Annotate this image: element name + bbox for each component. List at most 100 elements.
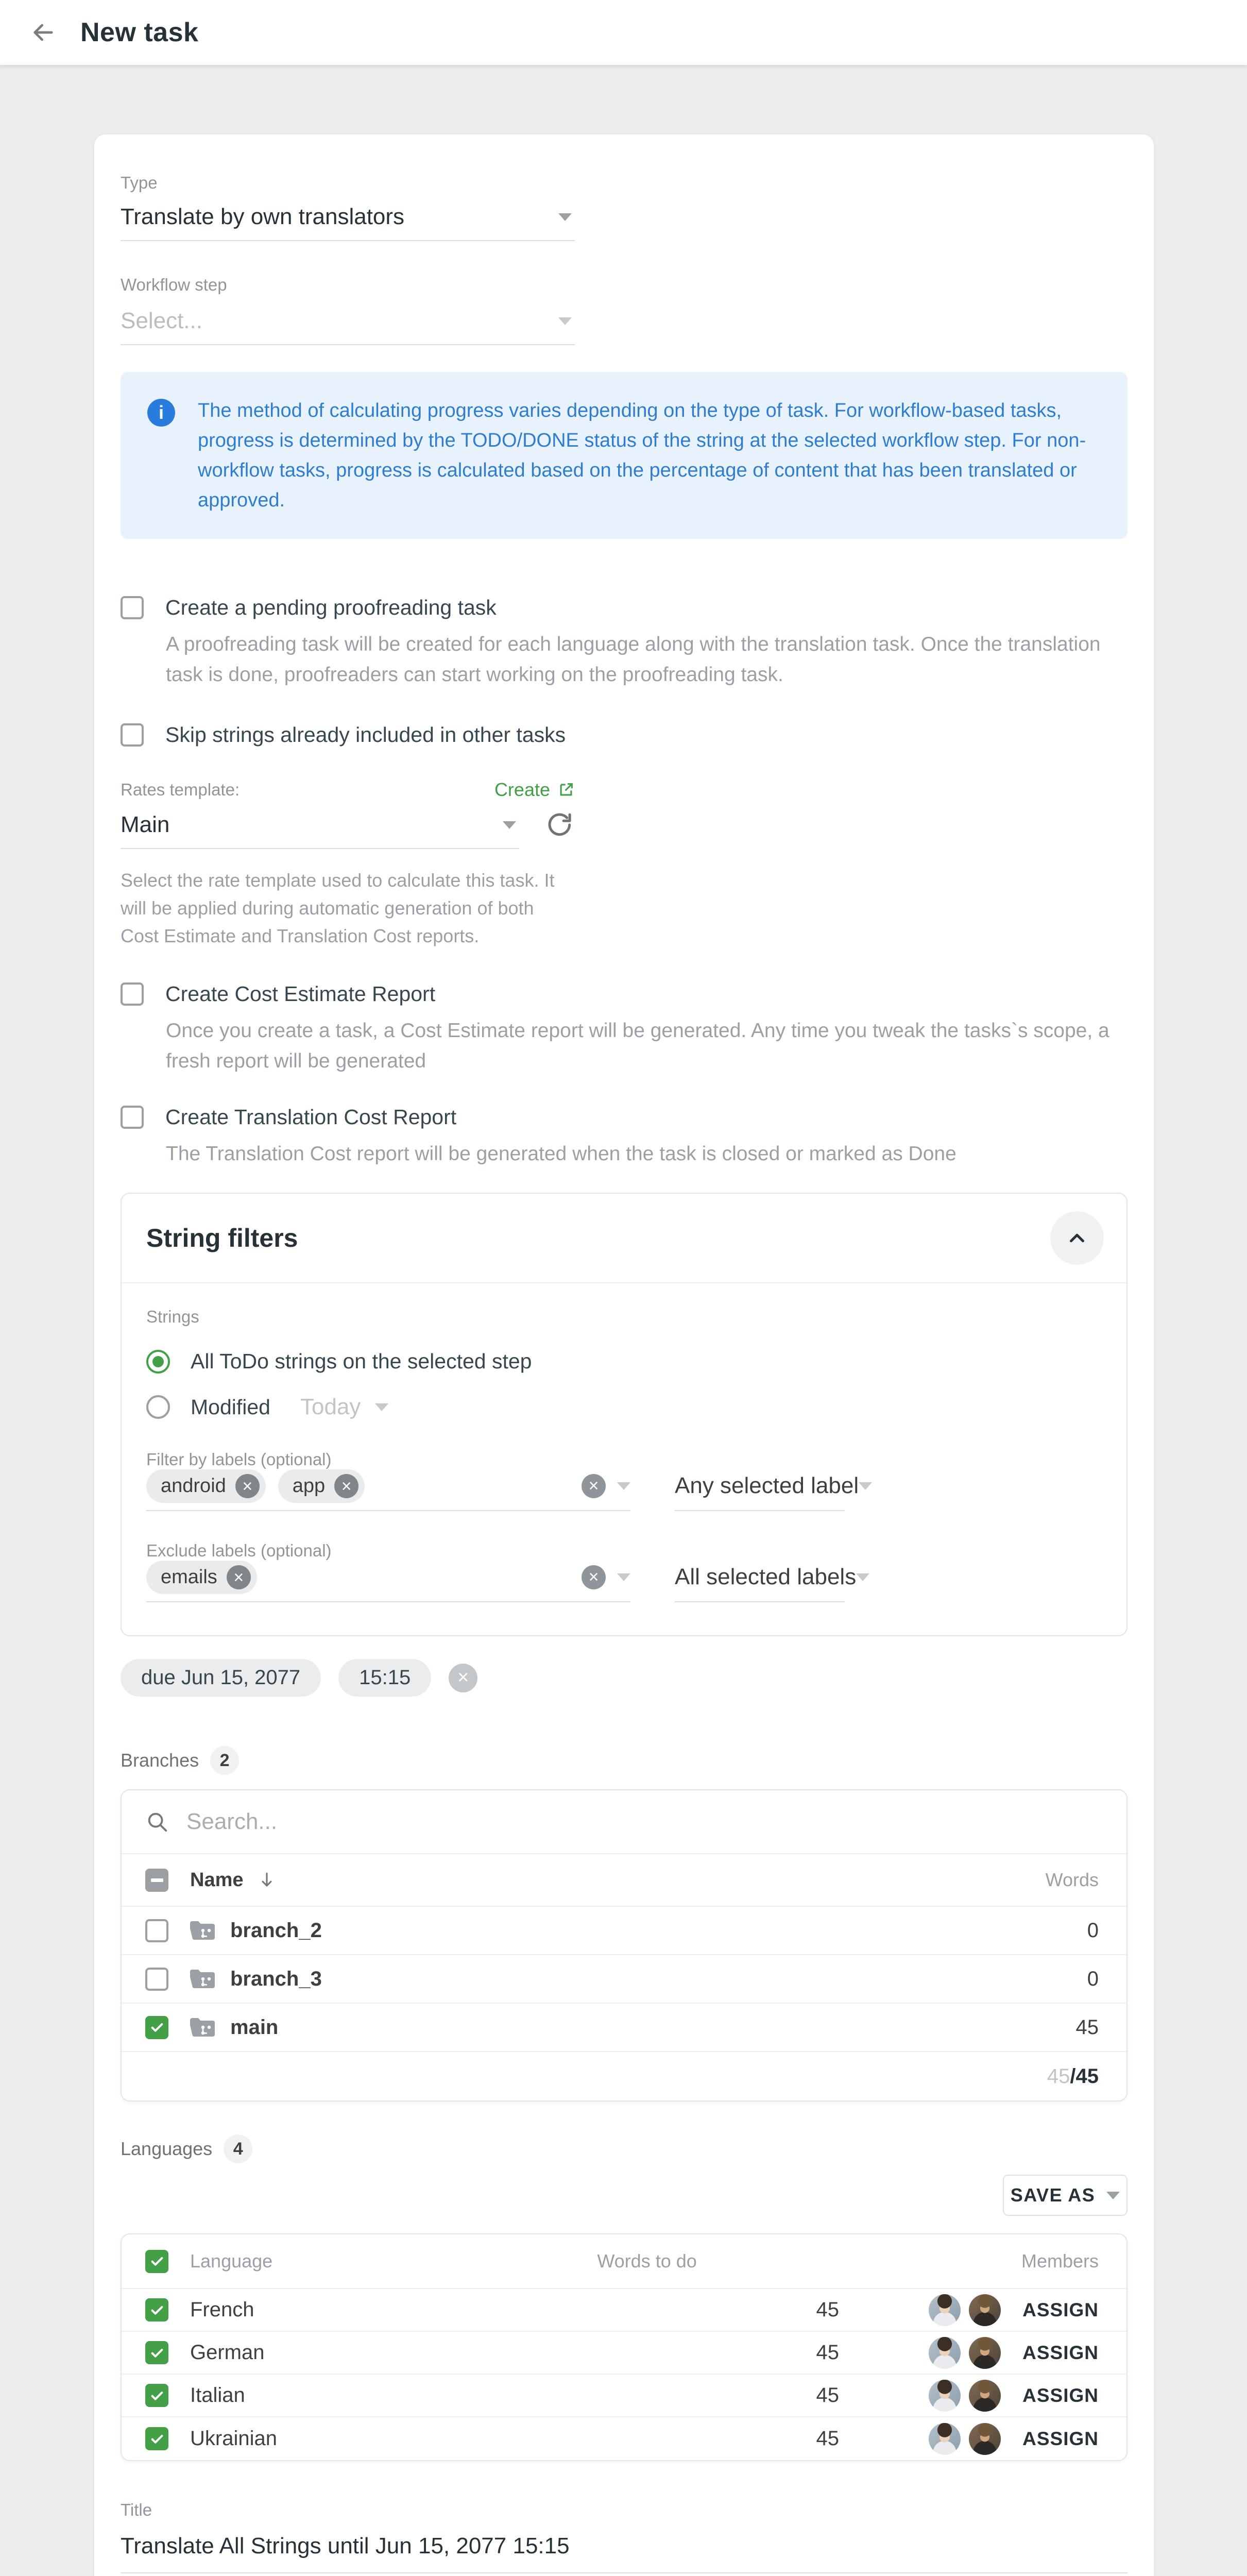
create-rates-link[interactable]: Create — [494, 779, 575, 801]
language-name: Ukrainian — [190, 2427, 479, 2450]
filter-labels-label: Filter by labels (optional) — [146, 1450, 1102, 1469]
proofreading-checkbox[interactable]: Create a pending proofreading task — [121, 596, 1128, 620]
checkbox-unchecked-icon — [121, 723, 144, 747]
branch-words: 0 — [1087, 1919, 1099, 1942]
checkbox-unchecked-icon — [121, 596, 144, 619]
exclude-labels-field[interactable]: emails × × — [146, 1561, 630, 1602]
type-value: Translate by own translators — [121, 204, 404, 230]
remove-chip-icon[interactable]: × — [235, 1474, 260, 1498]
column-words: Words — [1046, 1869, 1099, 1891]
rates-template-select[interactable]: Main — [121, 801, 519, 849]
branches-total-row: 45/45 — [122, 2052, 1126, 2100]
clear-all-icon[interactable]: × — [582, 1474, 606, 1498]
workflow-step-select[interactable]: Select... — [121, 297, 575, 345]
checkbox-checked-icon[interactable] — [145, 2341, 168, 2364]
language-row[interactable]: Ukrainian 45 ASSIGN — [122, 2417, 1126, 2460]
remove-due-icon[interactable]: × — [449, 1664, 477, 1692]
cost-estimate-group: Create Cost Estimate Report Once you cre… — [121, 982, 1128, 1076]
external-link-icon — [557, 781, 575, 799]
progress-info-banner: i The method of calculating progress var… — [121, 372, 1128, 539]
radio-all-label: All ToDo strings on the selected step — [191, 1349, 532, 1374]
cost-estimate-checkbox[interactable]: Create Cost Estimate Report — [121, 982, 1128, 1006]
checkbox-checked-icon[interactable] — [145, 2384, 168, 2407]
branch-row[interactable]: branch_2 0 — [122, 1907, 1126, 1955]
filter-labels-field[interactable]: android × app × × — [146, 1469, 630, 1511]
chevron-down-icon — [503, 821, 516, 829]
radio-modified[interactable]: Modified Today — [146, 1394, 1102, 1420]
checkbox-checked-icon[interactable] — [145, 2298, 168, 2321]
member-avatar[interactable] — [929, 2380, 961, 2412]
refresh-icon[interactable] — [545, 810, 575, 840]
top-app-bar: New task — [0, 0, 1247, 65]
new-task-form-card: Type Translate by own translators Workfl… — [94, 134, 1154, 2576]
member-avatar[interactable] — [929, 2423, 961, 2455]
member-avatar[interactable] — [969, 2423, 1001, 2455]
member-avatar[interactable] — [969, 2380, 1001, 2412]
due-time-chip[interactable]: 15:15 — [338, 1659, 431, 1697]
assign-button[interactable]: ASSIGN — [1022, 2299, 1099, 2321]
checkbox-checked-icon[interactable] — [145, 2427, 168, 2450]
branch-name: branch_2 — [230, 1919, 322, 1942]
sort-descending-icon[interactable] — [257, 1870, 277, 1890]
assign-button[interactable]: ASSIGN — [1022, 2385, 1099, 2406]
exclude-labels-mode-value: All selected labels — [675, 1564, 856, 1590]
members-cell: ASSIGN — [929, 2294, 1099, 2326]
clear-all-icon[interactable]: × — [582, 1565, 606, 1589]
assign-button[interactable]: ASSIGN — [1022, 2342, 1099, 2364]
translation-cost-hint: The Translation Cost report will be gene… — [166, 1139, 1128, 1169]
page-title: New task — [80, 17, 198, 48]
workflow-step-field: Workflow step Select... — [121, 275, 1128, 345]
languages-table-header: Language Words to do Members — [122, 2234, 1126, 2289]
due-date-row: due Jun 15, 2077 15:15 × — [121, 1659, 1128, 1697]
member-avatar[interactable] — [969, 2294, 1001, 2326]
filter-labels-mode-select[interactable]: Any selected label — [675, 1473, 845, 1511]
type-select[interactable]: Translate by own translators — [121, 193, 575, 241]
skip-strings-checkbox[interactable]: Skip strings already included in other t… — [121, 723, 1128, 747]
workflow-step-placeholder: Select... — [121, 308, 202, 334]
remove-chip-icon[interactable]: × — [334, 1474, 358, 1498]
branches-search-input[interactable] — [186, 1809, 1011, 1835]
language-name: German — [190, 2341, 479, 2364]
member-avatar[interactable] — [929, 2337, 961, 2369]
back-arrow-icon[interactable] — [27, 16, 60, 49]
checkbox-indeterminate-icon[interactable] — [145, 1869, 168, 1892]
rates-template-hint: Select the rate template used to calcula… — [121, 867, 575, 950]
language-row[interactable]: German 45 ASSIGN — [122, 2332, 1126, 2375]
checkbox-unchecked-icon[interactable] — [145, 1919, 168, 1942]
translation-cost-checkbox[interactable]: Create Translation Cost Report — [121, 1105, 1128, 1129]
exclude-labels-mode-select[interactable]: All selected labels — [675, 1564, 845, 1602]
branch-row[interactable]: branch_3 0 — [122, 1955, 1126, 2004]
remove-chip-icon[interactable]: × — [227, 1565, 251, 1589]
language-row[interactable]: French 45 ASSIGN — [122, 2289, 1126, 2332]
chevron-down-icon — [1106, 2192, 1120, 2199]
skip-strings-label: Skip strings already included in other t… — [165, 723, 566, 747]
language-row[interactable]: Italian 45 ASSIGN — [122, 2375, 1126, 2417]
member-avatar[interactable] — [929, 2294, 961, 2326]
rates-template-label: Rates template: — [121, 780, 240, 800]
rates-template-group: Rates template: Create Main Select the r… — [121, 779, 575, 950]
languages-table: Language Words to do Members French 45 A… — [121, 2233, 1128, 2461]
save-as-button[interactable]: SAVE AS — [1003, 2175, 1128, 2216]
proofreading-hint: A proofreading task will be created for … — [166, 629, 1128, 690]
title-input[interactable] — [121, 2523, 1128, 2573]
checkbox-checked-icon[interactable] — [145, 2016, 168, 2039]
assign-button[interactable]: ASSIGN — [1022, 2428, 1099, 2450]
collapse-panel-button[interactable] — [1050, 1211, 1104, 1265]
column-words-to-do: Words to do — [597, 2250, 696, 2272]
string-filters-panel: String filters Strings All ToDo strings … — [121, 1193, 1128, 1636]
members-cell: ASSIGN — [929, 2423, 1099, 2455]
column-members: Members — [1021, 2250, 1099, 2272]
checkbox-checked-icon[interactable] — [145, 2250, 168, 2273]
translation-cost-group: Create Translation Cost Report The Trans… — [121, 1105, 1128, 1169]
proofreading-group: Create a pending proofreading task A pro… — [121, 596, 1128, 690]
member-avatar[interactable] — [969, 2337, 1001, 2369]
radio-all-todo-strings[interactable]: All ToDo strings on the selected step — [146, 1349, 1102, 1374]
column-name[interactable]: Name — [190, 1869, 244, 1891]
checkbox-unchecked-icon[interactable] — [145, 1968, 168, 1991]
due-date-chip[interactable]: due Jun 15, 2077 — [121, 1659, 321, 1697]
branch-row[interactable]: main 45 — [122, 2004, 1126, 2052]
checkbox-unchecked-icon — [121, 1106, 144, 1129]
chevron-down-icon — [558, 317, 572, 325]
language-name: Italian — [190, 2384, 479, 2407]
modified-period-select[interactable]: Today — [300, 1394, 388, 1420]
